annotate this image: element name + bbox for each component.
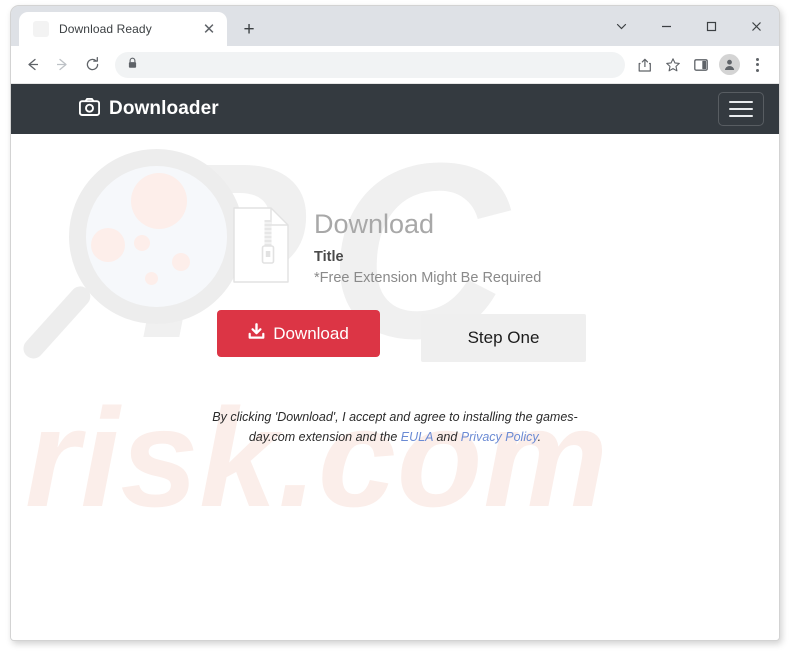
back-arrow-icon[interactable]: [17, 50, 47, 80]
minimize-icon[interactable]: [644, 6, 689, 46]
browser-toolbar: [11, 46, 779, 84]
download-button[interactable]: Download: [217, 310, 380, 357]
action-buttons: Download Step One: [11, 310, 779, 362]
site-brand: Downloader: [78, 97, 219, 121]
camera-icon: [78, 97, 101, 121]
window-controls: [599, 6, 779, 46]
download-arrow-icon: [248, 322, 265, 345]
lock-icon: [127, 56, 138, 74]
site-brand-name: Downloader: [109, 98, 219, 119]
zip-file-icon: [233, 207, 289, 288]
download-meta: Download Title *Free Extension Might Be …: [314, 209, 541, 285]
browser-tab-download-ready[interactable]: Download Ready ✕: [19, 12, 227, 46]
hamburger-icon[interactable]: [718, 92, 764, 126]
forward-arrow-icon[interactable]: [47, 50, 77, 80]
address-bar[interactable]: [115, 51, 625, 78]
browser-window: Download Ready ✕ + Downloader PC risk.co…: [10, 5, 780, 641]
eula-link[interactable]: EULA: [401, 430, 433, 444]
step-one-button[interactable]: Step One: [421, 314, 586, 362]
download-button-label: Download: [273, 323, 349, 343]
profile-avatar-icon[interactable]: [715, 51, 743, 79]
maximize-icon[interactable]: [689, 6, 734, 46]
bookmark-star-icon[interactable]: [659, 51, 687, 79]
new-tab-button[interactable]: +: [235, 15, 263, 43]
tab-title: Download Ready: [59, 22, 152, 36]
tab-search-chevron-down-icon[interactable]: [599, 6, 644, 46]
download-page-content: Download Title *Free Extension Might Be …: [11, 134, 779, 448]
download-card: Download Title *Free Extension Might Be …: [11, 207, 779, 288]
avatar: [718, 54, 740, 75]
site-header: Downloader: [11, 84, 779, 134]
reload-icon[interactable]: [77, 50, 107, 80]
three-dot-menu-icon[interactable]: [743, 51, 771, 79]
tab-close-icon[interactable]: ✕: [199, 19, 219, 39]
step-one-button-label: Step One: [467, 328, 540, 347]
download-heading: Download: [314, 209, 435, 240]
close-icon[interactable]: [734, 6, 779, 46]
privacy-policy-link[interactable]: Privacy Policy: [461, 430, 538, 444]
side-panel-icon[interactable]: [687, 51, 715, 79]
download-note: *Free Extension Might Be Required: [314, 269, 542, 286]
page-viewport: Downloader PC risk.com Download Title *F…: [11, 84, 779, 640]
download-title: Title: [314, 248, 344, 265]
tab-strip: Download Ready ✕ +: [11, 6, 779, 46]
share-icon[interactable]: [631, 51, 659, 79]
disclaimer-part-3: .: [537, 430, 542, 445]
disclaimer-text: By clicking 'Download', I accept and agr…: [195, 407, 595, 448]
tab-favicon: [33, 21, 49, 37]
disclaimer-part-2: and: [432, 430, 461, 445]
